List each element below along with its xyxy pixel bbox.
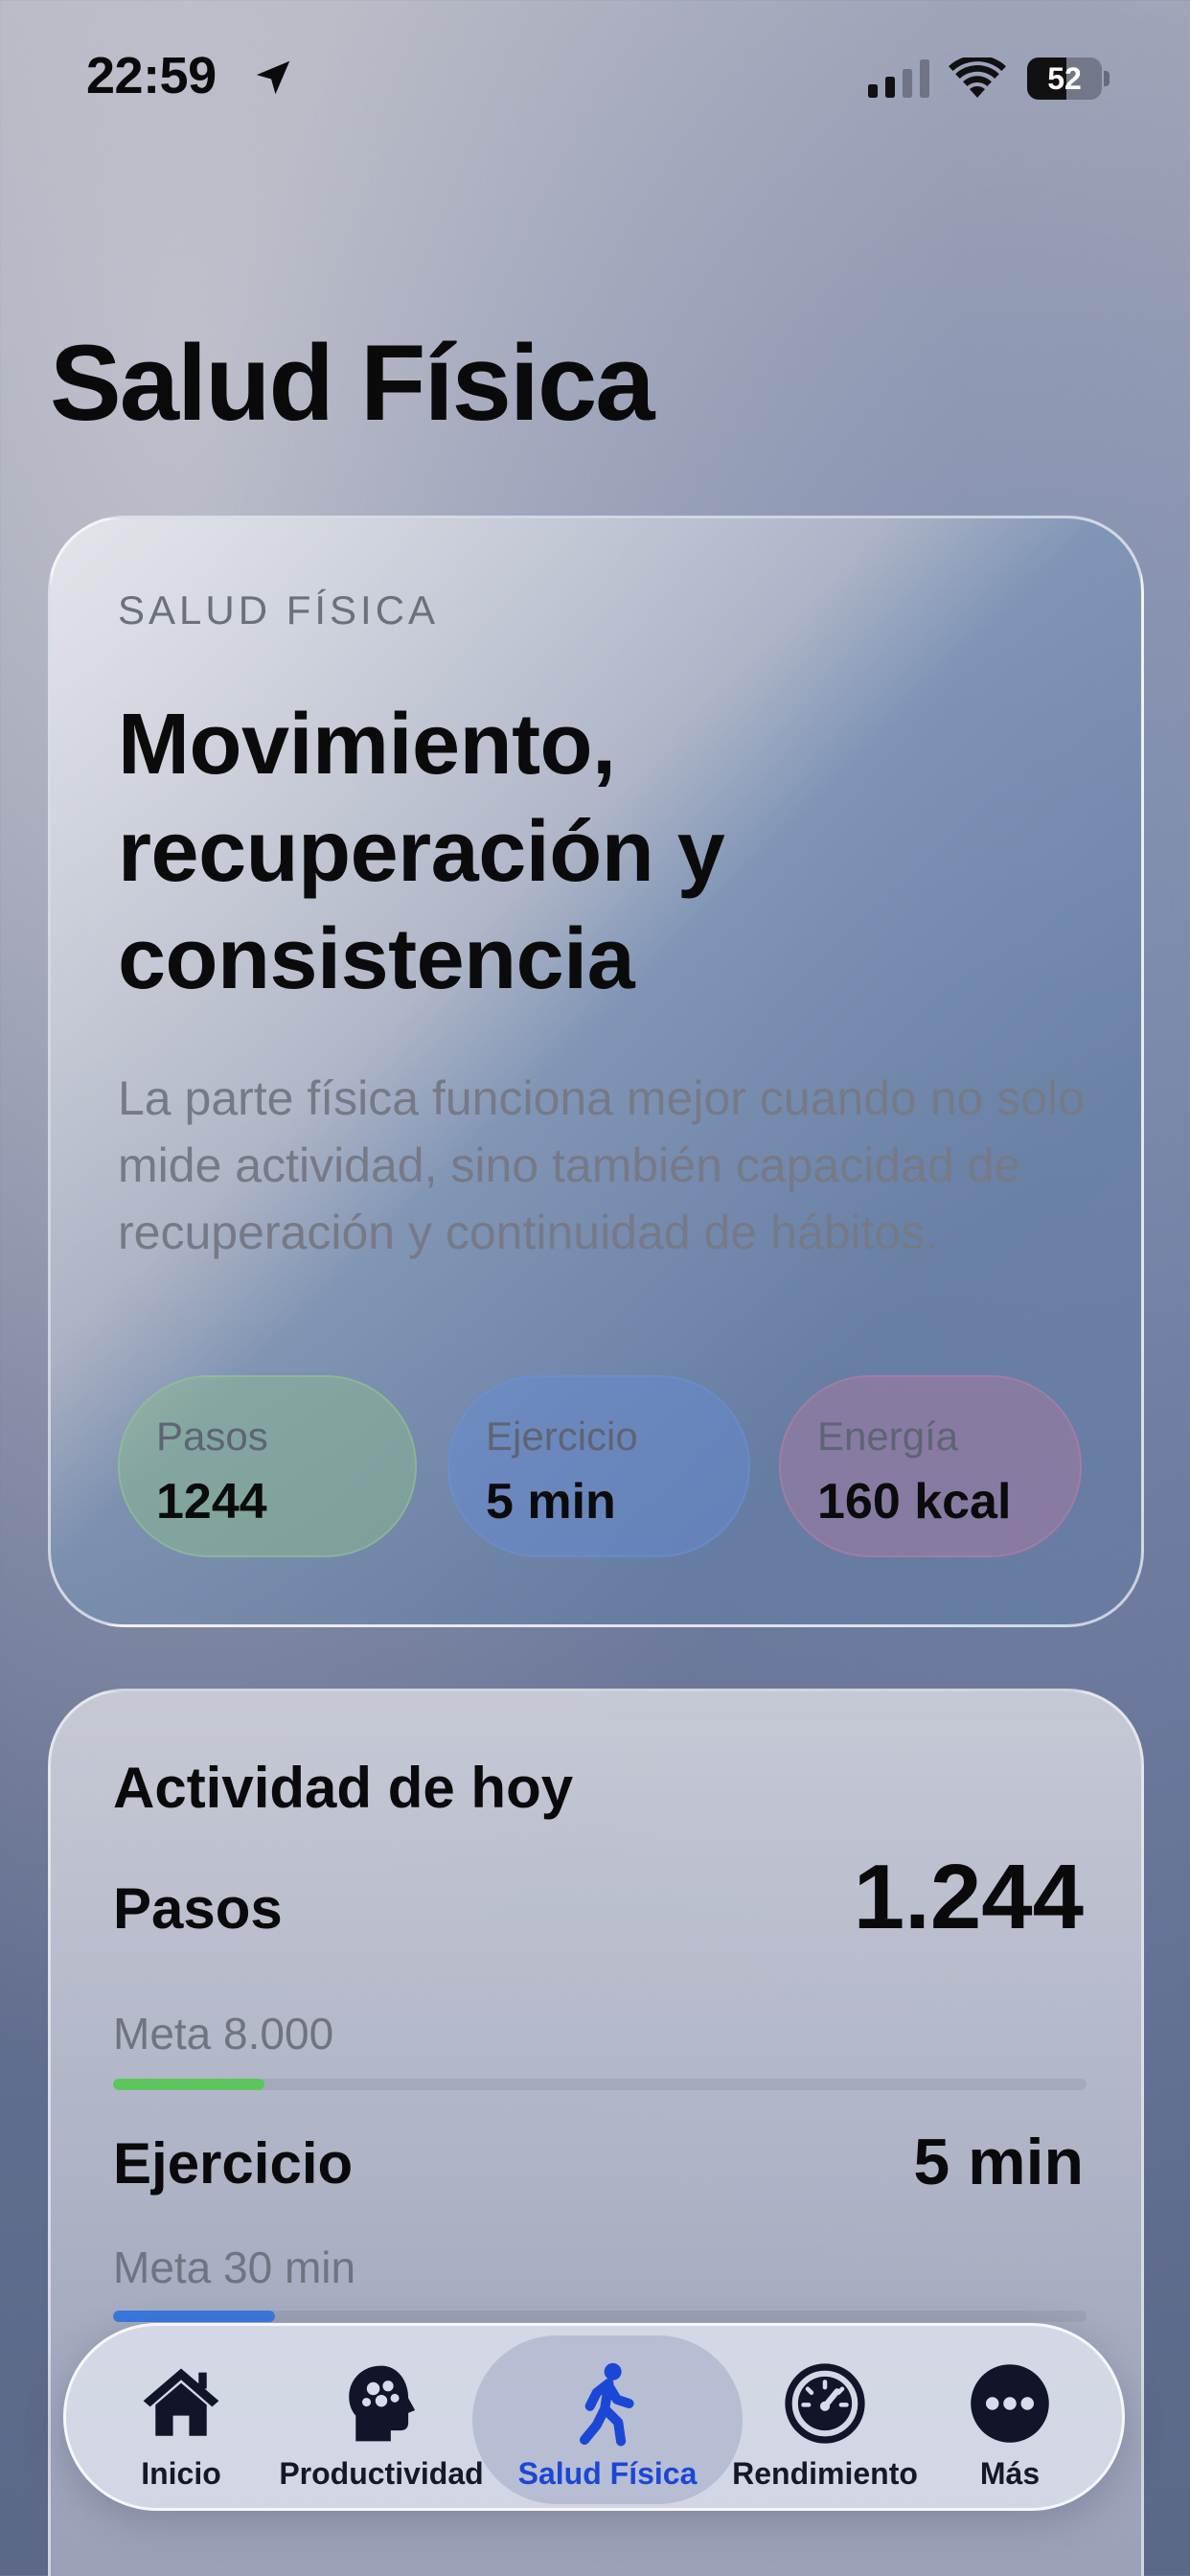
tab-mas-label: Más xyxy=(979,2456,1041,2491)
location-arrow-icon xyxy=(256,60,290,95)
battery-indicator: 52 xyxy=(1027,58,1110,100)
hero-eyebrow: SALUD FÍSICA xyxy=(118,587,440,632)
activity-title: Actividad de hoy xyxy=(113,1756,574,1820)
steps-progress-track xyxy=(113,2079,1087,2090)
tab-inicio[interactable]: Inicio xyxy=(104,2326,258,2514)
gauge-icon xyxy=(785,2363,865,2444)
steps-pill-value: 1244 xyxy=(156,1474,267,1530)
exercise-progress-fill xyxy=(113,2311,276,2322)
exercise-metric-value: 5 min xyxy=(913,2126,1084,2198)
status-time: 22:59 xyxy=(86,47,217,104)
more-dots-icon xyxy=(971,2364,1049,2443)
battery-tip xyxy=(1104,71,1110,86)
hero-card: SALUD FÍSICA Movimiento, recuperación y … xyxy=(48,516,1144,1627)
tab-mas[interactable]: Más xyxy=(938,2326,1082,2514)
exercise-metric-label: Ejercicio xyxy=(113,2131,354,2196)
exercise-progress-track xyxy=(113,2311,1087,2322)
tab-salud-fisica[interactable]: Salud Física xyxy=(499,2326,716,2514)
tab-productividad[interactable]: Productividad xyxy=(273,2326,490,2514)
exercise-pill[interactable]: Ejercicio 5 min xyxy=(447,1375,750,1557)
battery-body: 52 xyxy=(1027,58,1102,100)
tab-bar: Inicio Productividad Salud Física Rendim… xyxy=(63,2323,1125,2511)
tab-inicio-label: Inicio xyxy=(141,2456,221,2491)
battery-level: 52 xyxy=(1047,61,1082,96)
exercise-goal: Meta 30 min xyxy=(113,2242,356,2292)
exercise-pill-value: 5 min xyxy=(486,1474,616,1530)
exercise-pill-label: Ejercicio xyxy=(486,1414,638,1459)
steps-progress-fill xyxy=(113,2079,264,2090)
steps-pill-label: Pasos xyxy=(156,1414,268,1459)
walking-figure-icon xyxy=(580,2362,634,2447)
house-icon xyxy=(143,2368,219,2436)
steps-metric-label: Pasos xyxy=(113,1876,283,1941)
steps-pill[interactable]: Pasos 1244 xyxy=(118,1375,417,1557)
steps-goal: Meta 8.000 xyxy=(113,2009,334,2058)
brain-head-icon xyxy=(349,2365,416,2442)
energy-pill-value: 160 kcal xyxy=(817,1474,1012,1530)
tab-rendimiento[interactable]: Rendimiento xyxy=(721,2326,928,2514)
tab-rendimiento-label: Rendimiento xyxy=(732,2456,918,2491)
tab-salud-fisica-label: Salud Física xyxy=(517,2456,698,2491)
tab-productividad-label: Productividad xyxy=(279,2456,484,2491)
steps-metric-value: 1.244 xyxy=(853,1846,1084,1948)
hero-heading: Movimiento, recuperación y consistencia xyxy=(118,697,725,1007)
hero-description: La parte física funciona mejor cuando no… xyxy=(118,1071,1085,1259)
page-title: Salud Física xyxy=(50,323,655,443)
status-bar: 22:59 52 xyxy=(0,0,1190,153)
energy-pill-label: Energía xyxy=(817,1414,959,1459)
cellular-signal-icon xyxy=(868,59,929,98)
energy-pill[interactable]: Energía 160 kcal xyxy=(779,1375,1082,1557)
wifi-icon xyxy=(949,58,1006,98)
